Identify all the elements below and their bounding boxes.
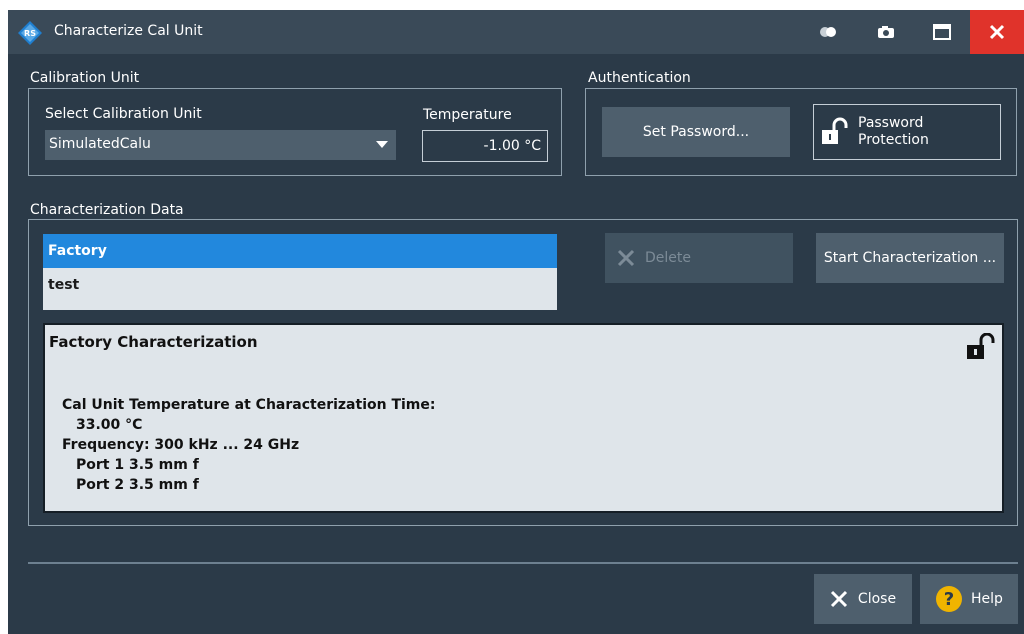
maximize-button[interactable] [922,10,962,54]
svg-text:RS: RS [24,29,36,38]
screenshot-button[interactable] [866,10,906,54]
window-title: Characterize Cal Unit [54,23,203,39]
title-bar: RS Characterize Cal Unit [8,10,1024,54]
dialog-window: RS Characterize Cal Unit Calibration Uni… [8,10,1024,634]
toggle-button[interactable] [808,10,848,54]
help-button[interactable]: ? Help [920,574,1018,624]
camera-icon [878,26,894,38]
close-icon [989,24,1005,40]
toggle-icon [820,27,836,37]
delete-x-icon [617,249,635,267]
characterization-data-section-label: Characterization Data [30,202,184,218]
rs-logo-icon: RS [18,21,42,45]
authentication-section-label: Authentication [588,70,691,86]
maximize-icon [933,24,951,40]
delete-button[interactable]: Delete [605,233,793,283]
temperature-field[interactable]: -1.00 °C [422,130,548,162]
list-item-test[interactable]: test [43,268,557,302]
characterization-list: Factory test [43,234,557,310]
calibration-unit-section-label: Calibration Unit [30,70,140,86]
info-line-temperature-label: Cal Unit Temperature at Characterization… [62,397,436,413]
close-label: Close [857,591,897,607]
info-line-port1: Port 1 3.5 mm f [76,457,199,473]
unlock-icon [822,117,848,144]
password-protection-label: Password Protection [858,115,929,149]
close-x-icon [830,590,847,608]
delete-label: Delete [645,250,691,266]
close-window-button[interactable] [970,10,1024,54]
password-protection-button[interactable]: Password Protection [813,104,1001,160]
set-password-button[interactable]: Set Password... [602,107,790,157]
chevron-down-icon [376,141,388,148]
start-characterization-button[interactable]: Start Characterization ... [816,233,1004,283]
select-calibration-unit-label: Select Calibration Unit [45,106,202,122]
characterization-info-panel: Factory Characterization Cal Unit Temper… [43,323,1004,513]
help-label: Help [971,591,1003,607]
calibration-unit-dropdown[interactable]: SimulatedCalu [45,130,396,160]
info-line-temperature-value: 33.00 °C [76,417,143,433]
list-item-factory[interactable]: Factory [43,234,557,268]
temperature-label: Temperature [423,107,512,123]
info-title: Factory Characterization [49,333,258,351]
help-icon: ? [936,586,963,612]
lock-open-icon [967,333,995,359]
calibration-unit-value: SimulatedCalu [49,136,151,152]
password-protection-line1: Password [858,115,924,131]
password-protection-line2: Protection [858,132,929,148]
temperature-value: -1.00 °C [483,138,541,154]
svg-text:?: ? [944,589,954,610]
close-button[interactable]: Close [814,574,912,624]
footer-separator [28,562,1018,564]
info-line-frequency: Frequency: 300 kHz ... 24 GHz [62,437,300,453]
info-line-port2: Port 2 3.5 mm f [76,477,199,493]
